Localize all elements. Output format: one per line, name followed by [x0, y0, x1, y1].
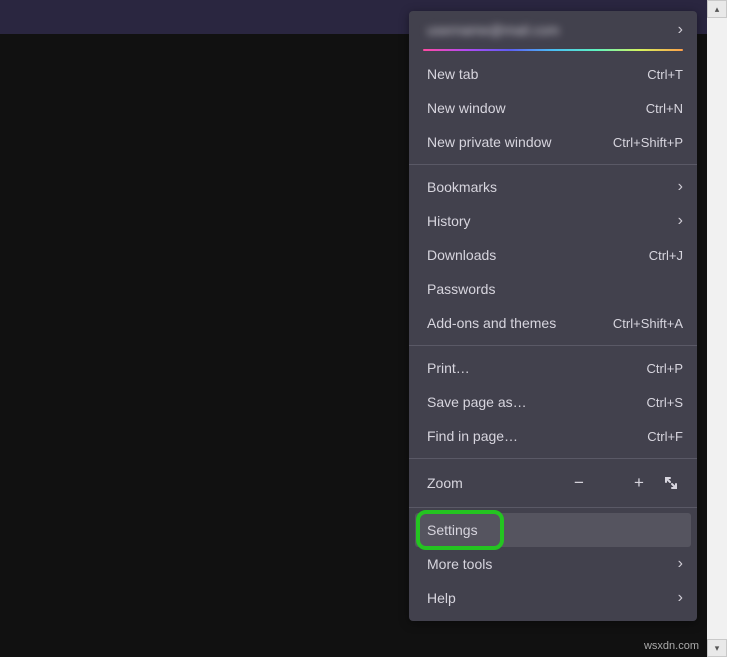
settings-menu-item[interactable]: Settings [415, 513, 691, 547]
menu-item-shortcut: Ctrl+Shift+P [613, 135, 683, 150]
menu-item-shortcut: Ctrl+N [646, 101, 683, 116]
print-menu-item[interactable]: Print… Ctrl+P [409, 351, 697, 385]
menu-item-label: History [427, 213, 471, 229]
app-menu: username@mail.com › New tab Ctrl+T New w… [409, 11, 697, 621]
zoom-in-button[interactable]: + [623, 469, 655, 497]
watermark: wsxdn.com [644, 640, 699, 652]
new-private-window-menu-item[interactable]: New private window Ctrl+Shift+P [409, 125, 697, 159]
zoom-out-button[interactable]: − [563, 469, 595, 497]
help-menu-item[interactable]: Help › [409, 581, 697, 615]
menu-item-shortcut: Ctrl+P [647, 361, 683, 376]
passwords-menu-item[interactable]: Passwords [409, 272, 697, 306]
chevron-right-icon: › [678, 22, 683, 38]
fullscreen-icon [664, 476, 678, 490]
menu-separator [409, 164, 697, 165]
find-in-page-menu-item[interactable]: Find in page… Ctrl+F [409, 419, 697, 453]
menu-item-label: Downloads [427, 247, 496, 263]
menu-separator [409, 507, 697, 508]
menu-separator [409, 458, 697, 459]
addons-menu-item[interactable]: Add-ons and themes Ctrl+Shift+A [409, 306, 697, 340]
menu-item-label: Help [427, 590, 456, 606]
chevron-right-icon: › [678, 213, 683, 229]
account-menu-item[interactable]: username@mail.com › [409, 11, 697, 49]
menu-item-label: Passwords [427, 281, 495, 297]
menu-item-label: New tab [427, 66, 478, 82]
menu-item-shortcut: Ctrl+T [647, 67, 683, 82]
zoom-label: Zoom [427, 475, 563, 491]
account-email: username@mail.com [427, 22, 559, 38]
chevron-right-icon: › [678, 179, 683, 195]
menu-separator [409, 345, 697, 346]
menu-item-label: Save page as… [427, 394, 527, 410]
menu-item-label: New window [427, 100, 506, 116]
save-page-menu-item[interactable]: Save page as… Ctrl+S [409, 385, 697, 419]
fullscreen-button[interactable] [655, 469, 687, 497]
menu-item-shortcut: Ctrl+S [647, 395, 683, 410]
menu-item-label: New private window [427, 134, 552, 150]
more-tools-menu-item[interactable]: More tools › [409, 547, 697, 581]
menu-item-shortcut: Ctrl+Shift+A [613, 316, 683, 331]
history-menu-item[interactable]: History › [409, 204, 697, 238]
menu-item-label: Print… [427, 360, 470, 376]
new-window-menu-item[interactable]: New window Ctrl+N [409, 91, 697, 125]
scroll-down-button[interactable]: ▾ [707, 639, 727, 657]
bookmarks-menu-item[interactable]: Bookmarks › [409, 170, 697, 204]
menu-item-label: Find in page… [427, 428, 518, 444]
menu-item-shortcut: Ctrl+J [649, 248, 683, 263]
menu-item-label: Add-ons and themes [427, 315, 556, 331]
menu-item-shortcut: Ctrl+F [647, 429, 683, 444]
menu-item-label: Bookmarks [427, 179, 497, 195]
new-tab-menu-item[interactable]: New tab Ctrl+T [409, 57, 697, 91]
chevron-right-icon: › [678, 556, 683, 572]
menu-item-label: Settings [427, 522, 478, 538]
menu-item-label: More tools [427, 556, 492, 572]
zoom-controls: Zoom − + [409, 464, 697, 502]
downloads-menu-item[interactable]: Downloads Ctrl+J [409, 238, 697, 272]
chevron-right-icon: › [678, 590, 683, 606]
vertical-scrollbar[interactable]: ▴ ▾ [707, 0, 727, 657]
scroll-up-button[interactable]: ▴ [707, 0, 727, 18]
